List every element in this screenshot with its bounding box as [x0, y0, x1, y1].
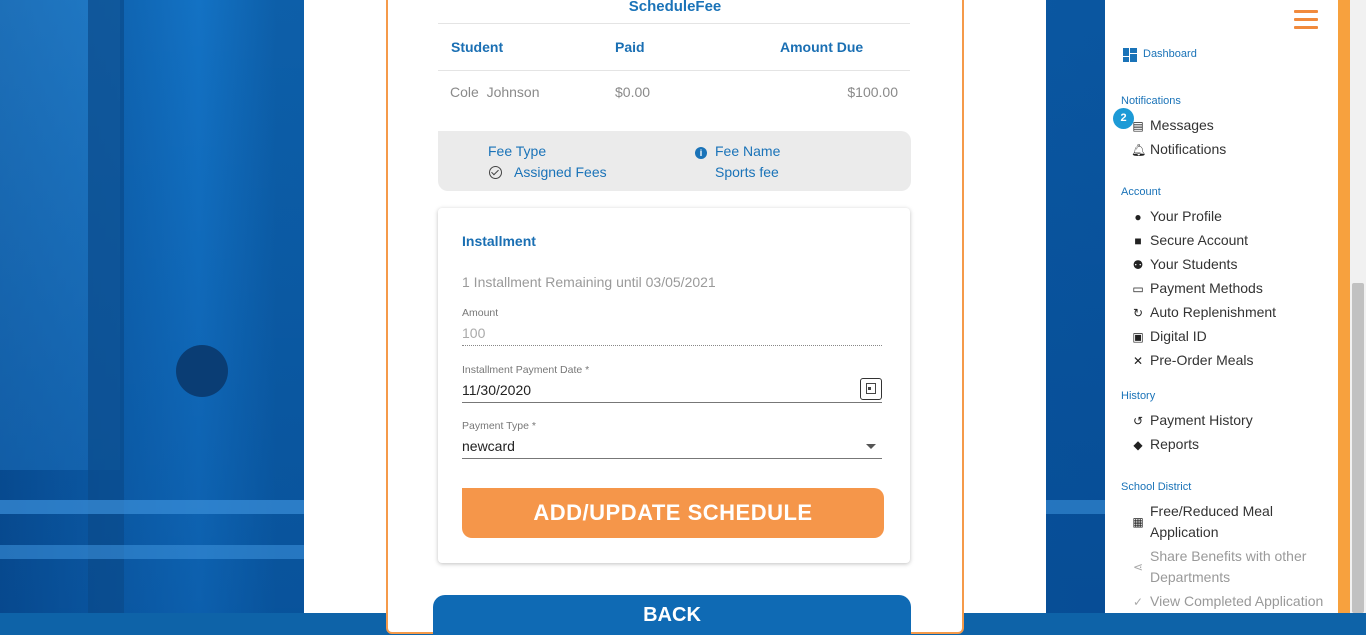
section-label-history: History [1121, 390, 1156, 402]
fee-type-value: Assigned Fees [514, 164, 607, 180]
amount-due-value: $100.00 [847, 84, 898, 100]
column-header-student: Student [451, 39, 504, 55]
fee-type-label: Fee Type [488, 143, 547, 159]
accent-bar [1338, 0, 1350, 613]
section-label-account: Account [1121, 186, 1161, 198]
payment-type-select[interactable]: newcard [462, 438, 515, 454]
dashboard-icon [1123, 48, 1137, 62]
paid-value: $0.00 [615, 84, 651, 100]
background-globe [176, 345, 228, 397]
reports-icon: ◆ [1133, 438, 1143, 452]
sidebar-item-dashboard[interactable]: Dashboard [1143, 48, 1197, 60]
fee-info-box: Fee Type Assigned Fees i Fee Name Sports… [438, 131, 911, 191]
history-icon: ↺ [1132, 414, 1144, 428]
column-header-amount-due: Amount Due [780, 39, 864, 55]
people-icon: ⚉ [1132, 258, 1144, 272]
section-label-notifications: Notifications [1121, 95, 1181, 107]
installment-date-input[interactable]: 11/30/2020 [462, 382, 531, 398]
check-circle-icon [489, 166, 502, 179]
chevron-down-icon[interactable] [866, 444, 876, 449]
background-column [88, 0, 124, 613]
amount-label: Amount [462, 307, 499, 319]
bell-icon: 🔔︎ [1131, 143, 1147, 157]
main-content: ScheduleFee Student Paid Amount Due Cole… [304, 0, 1046, 635]
user-circle-icon: ● [1134, 210, 1142, 224]
section-label-school-district: School District [1121, 481, 1192, 493]
background-desk [0, 545, 305, 559]
page-title: ScheduleFee [628, 0, 722, 15]
info-icon[interactable]: i [695, 147, 707, 159]
clipboard-icon: ▦ [1132, 515, 1144, 529]
menu-icon[interactable] [1294, 10, 1318, 30]
background-desk [1046, 500, 1105, 514]
payment-type-label: Payment Type * [462, 420, 536, 432]
student-name: Cole Johnson [450, 84, 540, 100]
back-button[interactable]: BACK [433, 595, 911, 635]
amount-underline [462, 345, 882, 346]
fee-name-label: Fee Name [715, 143, 781, 159]
table-header: Student Paid Amount Due [438, 23, 910, 71]
utensils-icon: ✕ [1132, 354, 1144, 368]
installment-card: Installment 1 Installment Remaining unti… [438, 208, 910, 563]
table-row: Cole Johnson $0.00 $100.00 [438, 70, 910, 116]
check-icon: ✓ [1132, 595, 1144, 609]
installment-date-label: Installment Payment Date * [462, 364, 590, 376]
calendar-icon[interactable] [860, 378, 882, 400]
installment-title: Installment [462, 233, 536, 249]
payment-type-underline [462, 458, 882, 459]
scrollbar-thumb[interactable] [1352, 283, 1364, 613]
share-icon: ⋖ [1132, 560, 1144, 574]
lock-icon: ■ [1134, 234, 1142, 248]
sidebar: Dashboard Notifications 2 ▤ Messages 🔔︎ … [1105, 0, 1338, 613]
credit-card-icon: ▭ [1132, 282, 1144, 296]
date-underline [462, 402, 882, 403]
column-header-paid: Paid [615, 39, 645, 55]
background-desk [0, 500, 305, 514]
add-update-schedule-button[interactable]: ADD/UPDATE SCHEDULE [462, 488, 884, 538]
id-card-icon: ▣ [1132, 330, 1144, 344]
installment-remaining-text: 1 Installment Remaining until 03/05/2021 [462, 274, 716, 290]
message-icon: ▤ [1132, 119, 1144, 133]
fee-name-value: Sports fee [715, 164, 779, 180]
amount-field: 100 [462, 325, 486, 341]
refresh-icon: ↻ [1132, 306, 1144, 320]
